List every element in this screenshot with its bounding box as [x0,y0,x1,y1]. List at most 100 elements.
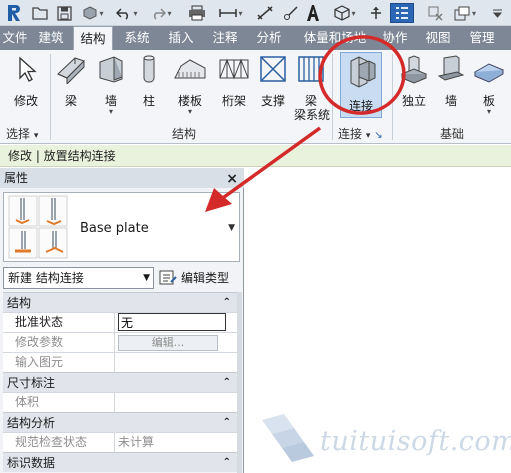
tab-systems[interactable]: 系统 [117,26,157,50]
panel-connection-title[interactable]: 连接 ▾ ↘ [338,125,383,143]
collapse-icon[interactable]: ⌃ [223,293,231,313]
revit-logo-icon[interactable] [4,3,24,23]
group-structure[interactable]: 结构 ⌃ [3,292,239,312]
collapse-icon[interactable]: ⌃ [223,413,231,433]
beam-system-label-line1: 梁 [304,94,317,108]
tab-structure[interactable]: 结构 [73,26,113,50]
switch-windows-icon[interactable]: ▾ [450,3,480,23]
input-elements-value [115,353,239,372]
undo-icon[interactable]: ▾ [112,3,142,23]
wall-foundation-button[interactable]: 墙 [436,54,466,108]
approval-status-input[interactable] [118,313,226,331]
tab-collaborate[interactable]: 协作 [375,26,415,50]
slab-dropdown-icon[interactable]: ▾ [472,108,506,116]
text-icon[interactable] [302,3,324,23]
wall-button[interactable]: 墙 ▾ [94,54,128,116]
close-hidden-windows-icon[interactable] [424,3,446,23]
code-check-status-value: 未计算 [118,435,155,449]
chevron-down-icon: ▾ [365,131,371,141]
panel-select-title[interactable]: 选择 ▾ [6,125,38,143]
tag-icon[interactable] [280,3,302,23]
isolated-foundation-button[interactable]: 独立 [398,54,430,108]
modify-parameters-cell: 编辑... [115,333,239,352]
measure-icon[interactable]: ▾ [216,3,246,23]
instance-filter-value: 新建 结构连接 [8,271,84,285]
tab-manage[interactable]: 管理 [462,26,502,50]
thin-lines-icon[interactable] [390,3,414,23]
panel-structure-title: 结构 [172,127,197,141]
modify-button[interactable]: 修改 [6,54,46,108]
save-icon[interactable] [54,3,74,23]
customize-toolbar-icon[interactable] [490,3,504,23]
floor-button[interactable]: 楼板 ▾ [170,54,210,116]
open-folder-icon[interactable] [30,3,50,23]
type-name: Base plate [80,221,149,236]
brace-label: 支撑 [260,94,285,108]
instance-filter-dropdown[interactable]: 新建 结构连接 ▼ [3,267,154,289]
section-icon[interactable] [366,3,386,23]
structural-connection-icon [350,56,376,88]
truss-button[interactable]: 桁架 [215,54,253,108]
brace-button[interactable]: 支撑 [255,54,291,108]
group-identity-data[interactable]: 标识数据 ⌃ [3,452,239,472]
context-status-bar: 修改 | 放置结构连接 [0,145,511,167]
panel-select-label: 选择 [6,127,31,141]
collapse-icon[interactable]: ⌃ [223,373,231,393]
group-structure-label: 结构 [7,296,32,310]
wall-label: 墙 [104,94,117,108]
table-row: 规范检查状态 未计算 [3,432,239,452]
panel-separator [332,54,333,140]
floor-icon [174,59,206,79]
volume-value [115,393,239,412]
edit-parameters-button[interactable]: 编辑... [118,335,218,351]
table-row: 输入图元 [3,352,239,372]
slab-foundation-button[interactable]: 板 ▾ [472,54,506,116]
tab-massing-site[interactable]: 体量和场地 [293,26,377,50]
beam-system-icon [298,56,324,82]
sync-icon[interactable]: ▾ [78,3,108,23]
close-icon[interactable]: × [226,169,238,189]
dialog-launcher-icon[interactable]: ↘ [374,130,382,141]
collapse-icon[interactable]: ⌃ [223,453,231,473]
modify-label: 修改 [13,94,38,108]
ribbon-panel: 修改 梁 墙 ▾ 柱 楼板 ▾ 桁架 支撑 梁 梁系统 连接 独立 墙 板 ▾ … [0,50,511,144]
group-identity-data-label: 标识数据 [7,456,56,470]
wall-foundation-label: 墙 [444,94,457,108]
edit-type-label: 编辑类型 [181,271,230,285]
wall-foundation-icon [437,55,465,81]
aligned-dimension-icon[interactable] [254,3,276,23]
print-icon[interactable] [186,3,208,23]
type-selector[interactable]: Base plate ▼ [3,192,240,262]
beam-button[interactable]: 梁 [52,54,90,108]
floor-dropdown-icon[interactable]: ▾ [170,108,210,116]
group-structural-analysis[interactable]: 结构分析 ⌃ [3,412,239,432]
approval-status-key: 批准状态 [3,313,115,332]
wall-dropdown-icon[interactable]: ▾ [94,108,128,116]
redo-icon[interactable]: ▾ [146,3,176,23]
table-row: 修改参数 编辑... [3,332,239,352]
group-dimensions[interactable]: 尺寸标注 ⌃ [3,372,239,392]
group-dimensions-label: 尺寸标注 [7,376,56,390]
panel-foundation-title: 基础 [440,127,465,141]
ribbon-tab-bar: 文件 建筑 结构 系统 插入 注释 分析 体量和场地 协作 视图 管理 [0,26,511,50]
connection-button[interactable]: 连接 [340,52,382,118]
beam-system-button[interactable]: 梁 梁系统 [294,54,330,122]
panel-separator [392,54,393,140]
connection-label: 连接 [348,99,373,113]
column-button[interactable]: 柱 [134,54,164,108]
chevron-down-icon: ▼ [143,273,150,283]
tab-insert[interactable]: 插入 [161,26,201,50]
edit-type-button[interactable]: 编辑类型 [159,267,229,289]
properties-scrollbar[interactable] [237,292,242,473]
panel-separator [50,54,51,140]
tab-annotate[interactable]: 注释 [205,26,245,50]
chevron-down-icon[interactable]: ▼ [228,223,235,233]
watermark-text: tuituisoft.com [320,426,511,457]
tab-architecture[interactable]: 建筑 [32,26,70,50]
tab-view[interactable]: 视图 [418,26,458,50]
3d-view-icon[interactable]: ▾ [330,3,360,23]
properties-palette: 属性 × Base plate ▼ 新建 结构连接 ▼ 编辑类型 结构 ⌃ 批准… [0,168,244,473]
tab-analyze[interactable]: 分析 [249,26,289,50]
tab-file[interactable]: 文件 [0,26,30,50]
properties-title-bar[interactable]: 属性 × [0,168,244,188]
